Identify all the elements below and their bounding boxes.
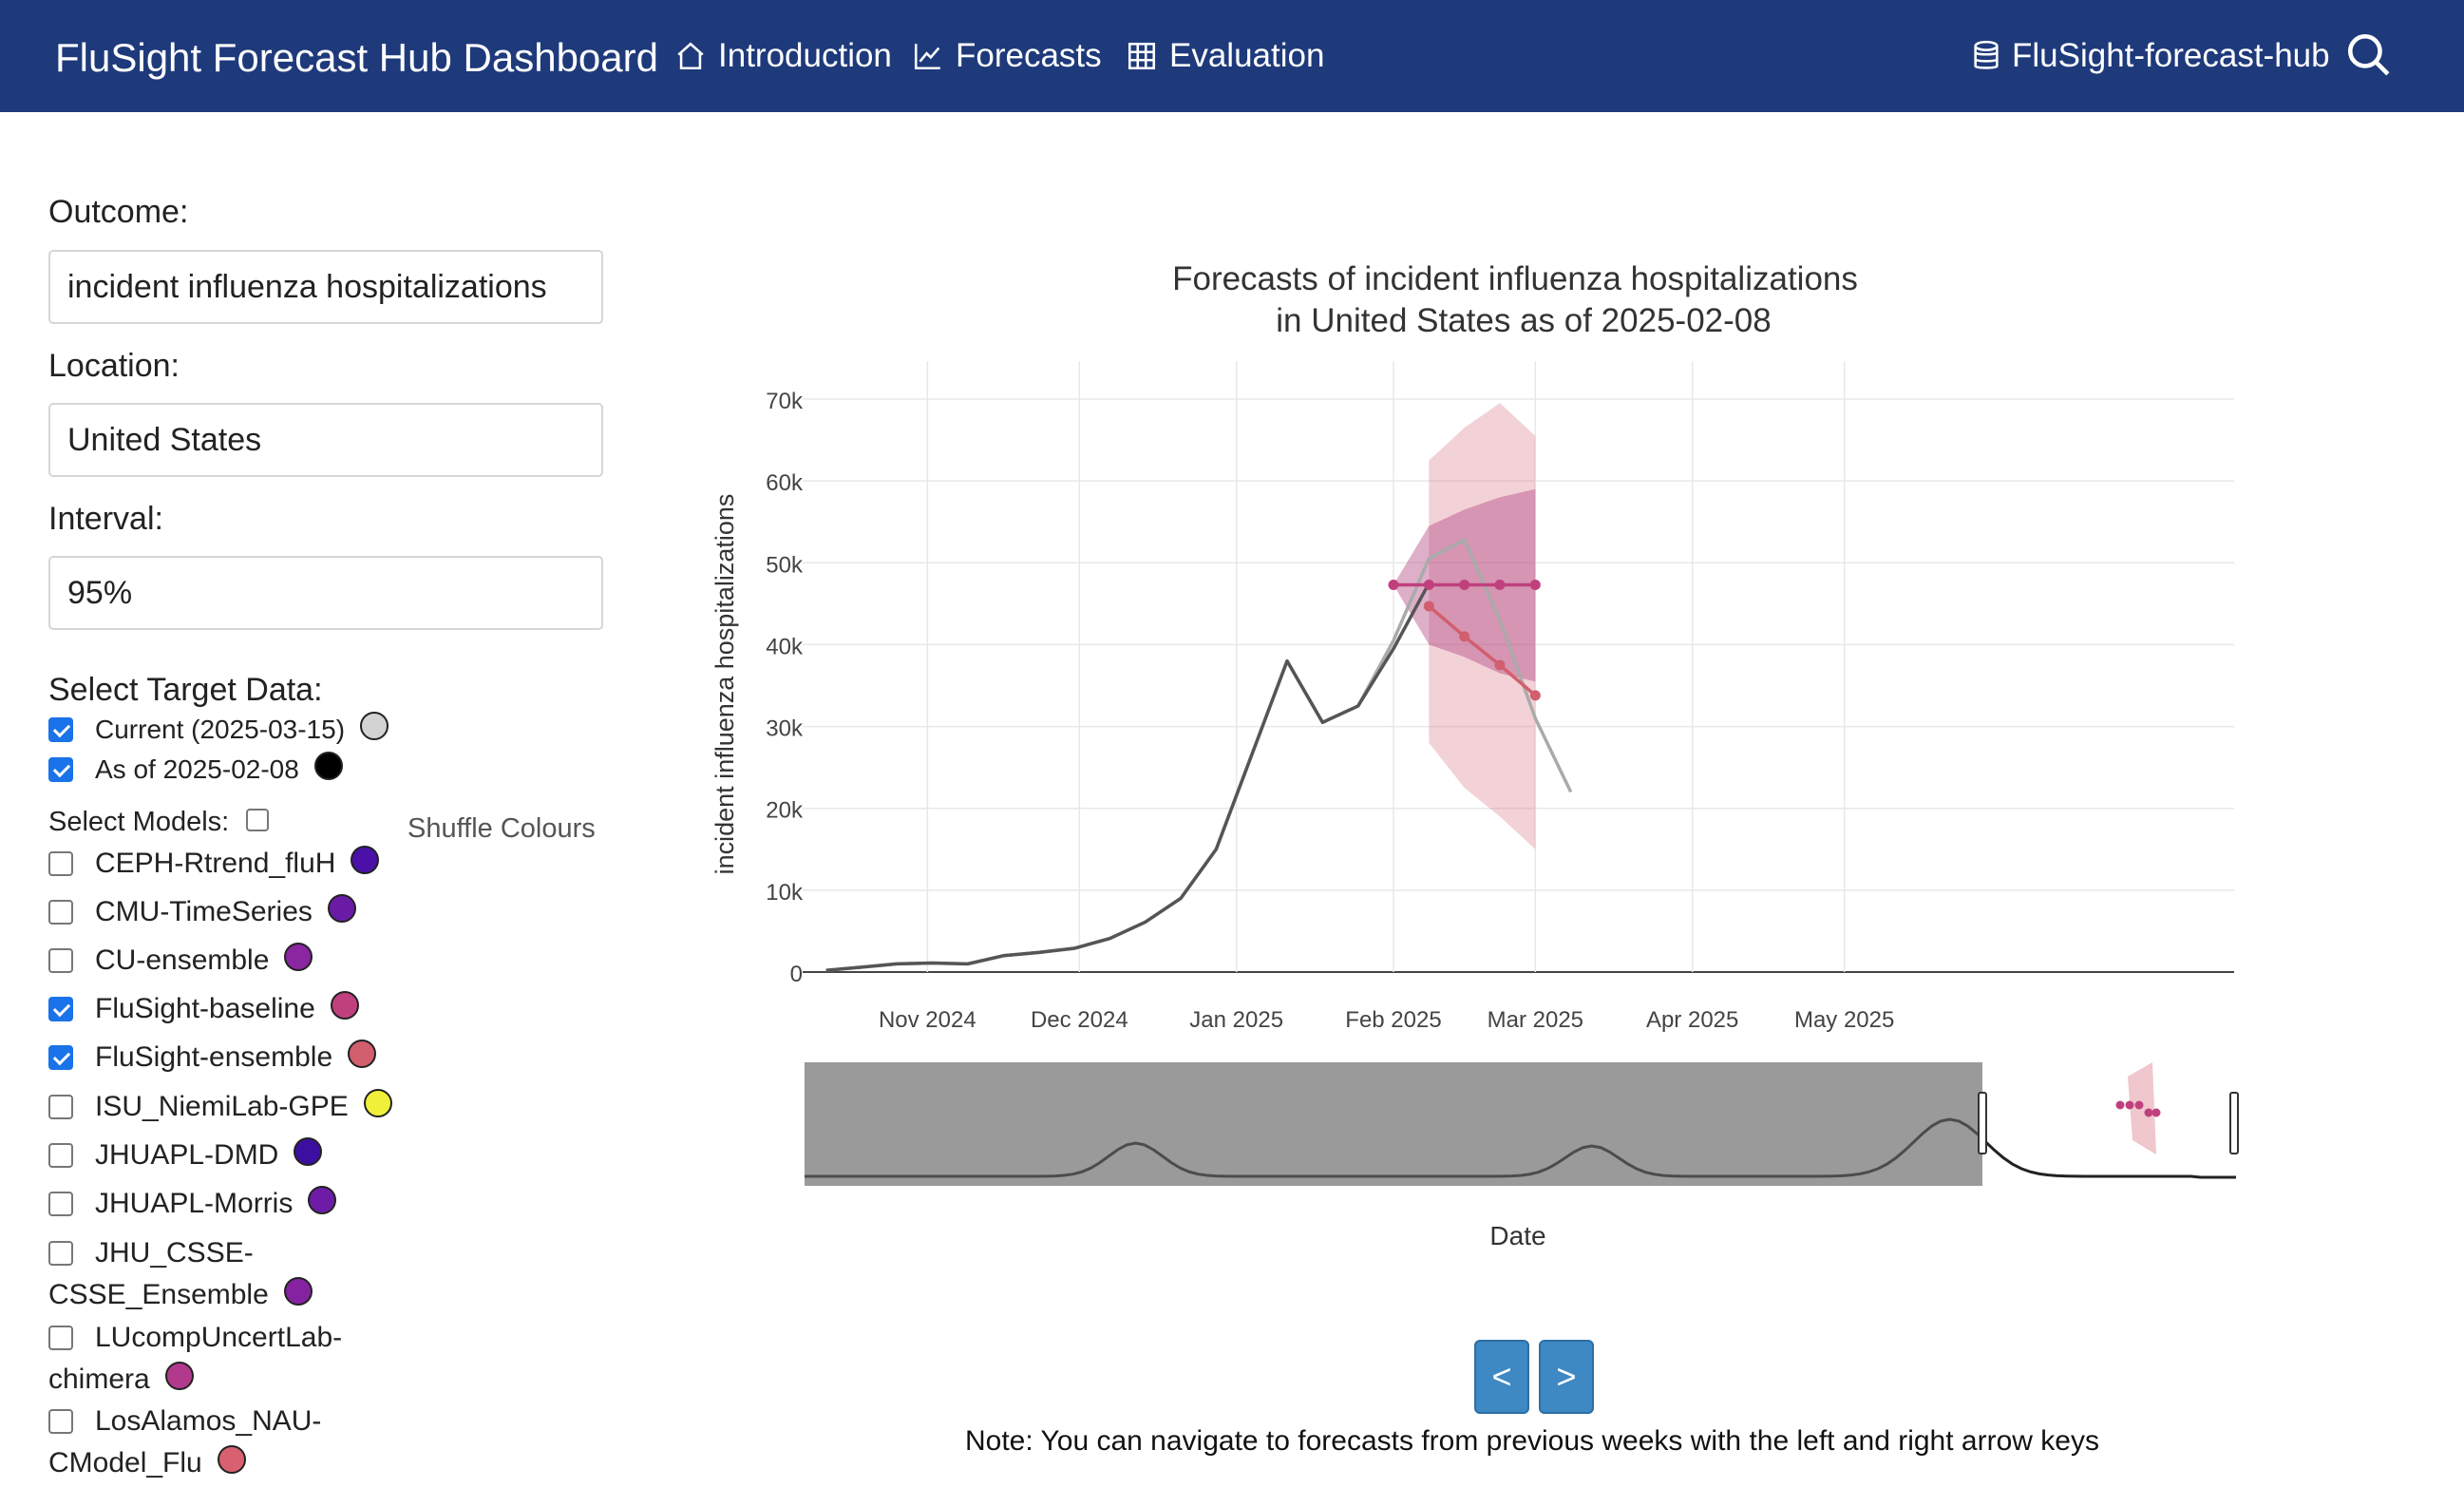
- forecast-chart[interactable]: 0 10k 20k 30k 40k 50k 60k 70k Nov 2024 Dec 2024 Ja…: [0, 0, 2464, 1330]
- target-data-label: Current (2025-03-15): [95, 715, 346, 744]
- model-label: FluSight-ensemble: [95, 1041, 333, 1073]
- range-slider-forecast-point: [2125, 1100, 2134, 1110]
- x-tick-label: May 2025: [1794, 1007, 1894, 1033]
- model-label: CModel_Flu: [48, 1447, 202, 1478]
- model-label: ISU_NiemiLab-GPE: [95, 1091, 349, 1122]
- x-tick-label: Feb 2025: [1345, 1007, 1441, 1033]
- model-checkbox[interactable]: [48, 1409, 73, 1434]
- baseline-point: [1529, 580, 1541, 591]
- x-tick-label: Dec 2024: [1031, 1007, 1128, 1033]
- model-label: CEPH-Rtrend_fluH: [95, 848, 336, 879]
- x-axis-label: Date: [1489, 1221, 1545, 1250]
- range-slider-left-handle: [1978, 1092, 1987, 1154]
- next-week-button[interactable]: >: [1539, 1340, 1594, 1414]
- range-slider-mask: [805, 1062, 1982, 1186]
- y-tick-label: 30k: [766, 716, 804, 742]
- x-tick-label: Mar 2025: [1488, 1007, 1583, 1033]
- model-label: LUcompUncertLab-: [95, 1322, 343, 1353]
- model-label: JHUAPL-DMD: [95, 1139, 279, 1171]
- ensemble-point: [1459, 631, 1470, 642]
- model-label: JHU_CSSE-: [95, 1237, 254, 1269]
- y-tick-label: 50k: [766, 552, 804, 578]
- range-slider-forecast-point: [2144, 1108, 2153, 1117]
- model-label: CU-ensemble: [95, 944, 270, 976]
- range-slider-forecast-point: [2115, 1100, 2125, 1110]
- model-label: CMU-TimeSeries: [95, 896, 313, 927]
- chart-subtitle: in United States as of 2025-02-08: [1276, 302, 1771, 339]
- y-tick-label: 10k: [766, 880, 804, 906]
- x-tick-label: Jan 2025: [1189, 1007, 1283, 1033]
- y-tick-label: 20k: [766, 798, 804, 824]
- navigation-note: Note: You can navigate to forecasts from…: [965, 1425, 2099, 1457]
- range-slider-right-handle: [2229, 1092, 2239, 1154]
- baseline-point: [1388, 580, 1399, 591]
- range-slider-forecast-point: [2134, 1100, 2144, 1110]
- y-tick-label: 60k: [766, 470, 804, 496]
- y-tick-label: 40k: [766, 634, 804, 659]
- model-color-dot: [164, 1362, 194, 1390]
- model-label: FluSight-baseline: [95, 993, 315, 1024]
- ensemble-point: [1529, 690, 1541, 701]
- range-slider-forecast-point: [2151, 1108, 2161, 1117]
- model-label: chimera: [48, 1364, 150, 1395]
- baseline-point: [1494, 580, 1506, 591]
- model-label: CSSE_Ensemble: [48, 1279, 269, 1310]
- x-tick-label: Apr 2025: [1646, 1007, 1738, 1033]
- as-of-data-line: [825, 582, 1431, 973]
- y-tick-label: 70k: [766, 389, 804, 414]
- previous-week-button[interactable]: <: [1474, 1340, 1529, 1414]
- y-axis-label: incident influenza hospitalizations: [711, 494, 739, 875]
- baseline-point: [1459, 580, 1470, 591]
- chart-title: Forecasts of incident influenza hospital…: [1172, 260, 1858, 297]
- y-tick-label: 0: [790, 962, 803, 987]
- model-label: JHUAPL-Morris: [95, 1188, 294, 1219]
- model-label: LosAlamos_NAU-: [95, 1405, 322, 1437]
- ensemble-point: [1423, 601, 1434, 612]
- x-tick-label: Nov 2024: [879, 1007, 976, 1033]
- ensemble-point: [1494, 659, 1506, 671]
- model-color-dot: [217, 1445, 246, 1474]
- baseline-point: [1423, 580, 1434, 591]
- target-data-label: As of 2025-02-08: [95, 754, 299, 784]
